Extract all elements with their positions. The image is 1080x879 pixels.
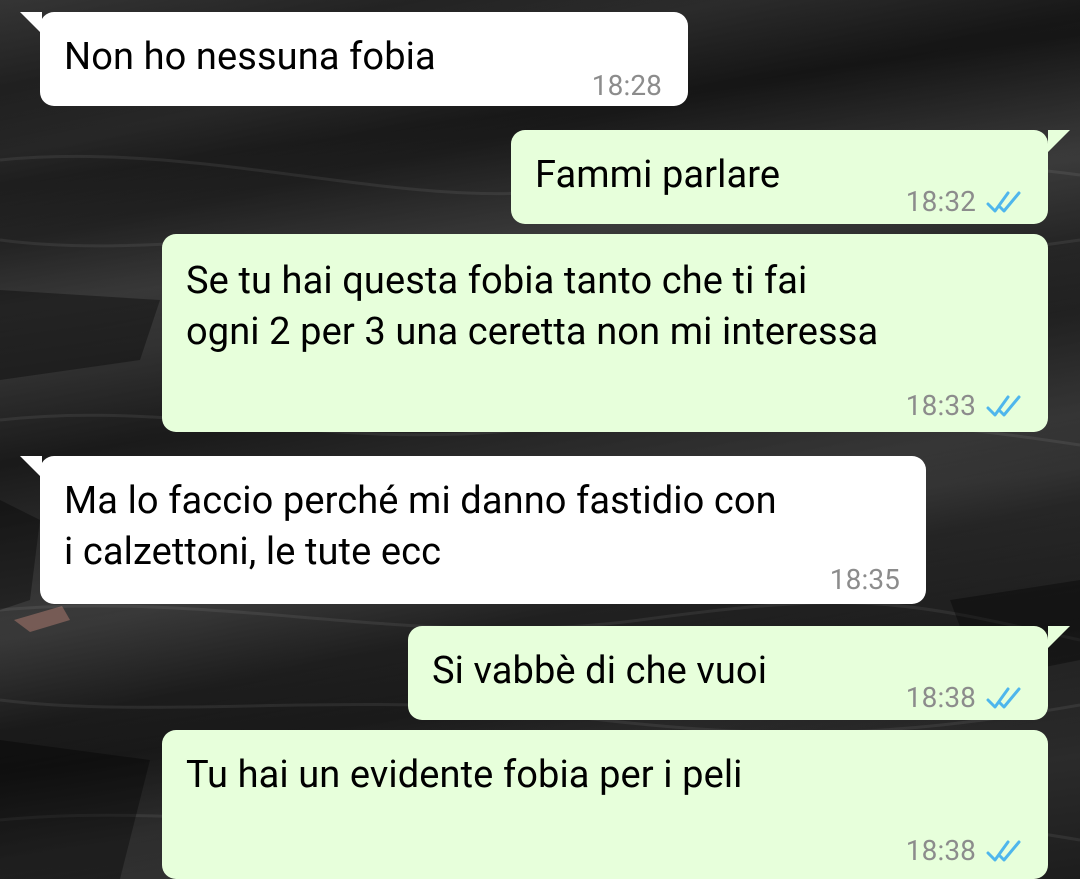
message-bubble-outgoing[interactable]: Se tu hai questa fobia tanto che ti fai … bbox=[162, 234, 1048, 432]
message-meta: 18:35 bbox=[830, 554, 900, 605]
message-text: Si vabbè di che vuoi bbox=[432, 649, 768, 693]
read-double-tick-icon bbox=[986, 190, 1024, 214]
message-bubble-outgoing[interactable]: Si vabbè di che vuoi 18:38 bbox=[408, 626, 1048, 720]
message-meta: 18:38 bbox=[906, 825, 1024, 876]
read-double-tick-icon bbox=[986, 839, 1024, 863]
message-timestamp: 18:32 bbox=[905, 185, 976, 218]
message-bubble-incoming[interactable]: Ma lo faccio perché mi danno fastidio co… bbox=[40, 456, 926, 604]
message-bubble-incoming[interactable]: Non ho nessuna fobia 18:28 bbox=[40, 12, 688, 106]
read-double-tick-icon bbox=[986, 394, 1024, 418]
message-meta: 18:28 bbox=[592, 60, 662, 111]
message-meta: 18:32 bbox=[906, 176, 1024, 227]
read-double-tick-icon bbox=[986, 686, 1024, 710]
message-text: Non ho nessuna fobia bbox=[64, 35, 436, 79]
message-text: Se tu hai questa fobia tanto che ti fai … bbox=[186, 259, 879, 354]
message-meta: 18:38 bbox=[906, 672, 1024, 723]
message-bubble-outgoing[interactable]: Tu hai un evidente fobia per i peli 18:3… bbox=[162, 730, 1048, 879]
message-timestamp: 18:38 bbox=[905, 681, 976, 714]
message-text: Fammi parlare bbox=[535, 153, 781, 197]
incoming-bubble-tail bbox=[20, 456, 42, 478]
message-timestamp: 18:28 bbox=[591, 69, 662, 102]
outgoing-bubble-tail bbox=[1048, 130, 1070, 152]
message-meta: 18:33 bbox=[906, 380, 1024, 431]
message-timestamp: 18:33 bbox=[905, 389, 976, 422]
outgoing-bubble-tail bbox=[1048, 626, 1070, 648]
message-timestamp: 18:35 bbox=[829, 563, 900, 596]
message-text: Tu hai un evidente fobia per i peli bbox=[186, 753, 743, 797]
message-text: Ma lo faccio perché mi danno fastidio co… bbox=[64, 479, 777, 574]
message-bubble-outgoing[interactable]: Fammi parlare 18:32 bbox=[511, 130, 1048, 224]
incoming-bubble-tail bbox=[20, 12, 42, 34]
message-timestamp: 18:38 bbox=[905, 834, 976, 867]
